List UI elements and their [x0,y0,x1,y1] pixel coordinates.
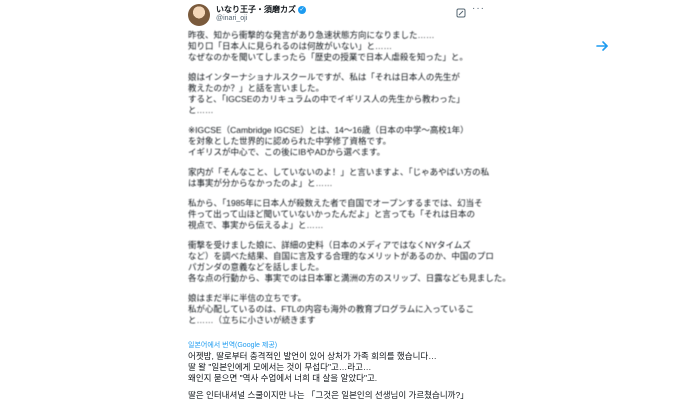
avatar[interactable] [188,4,210,26]
paragraph: ※IGCSE（Cambridge IGCSE）とは、14〜16歳（日本の中学〜高… [188,125,469,157]
paragraph: 娘はインターナショナルスクールですが、私は「それは日本人の先生が 教えたのか？」… [188,72,465,115]
grok-icon[interactable] [456,8,466,18]
translation-label[interactable]: 일본어에서 번역(Google 제공) [188,340,277,350]
more-options-icon[interactable]: ··· [472,3,485,14]
translated-paragraph: 어젯밤, 딸로부터 충격적인 발언이 있어 상처가 가족 회의를 했습니다… 딸… [188,351,437,383]
arrow-right-icon [596,41,608,51]
tweet-body: 昨夜、知から衝撃的な発言があり急速状態方向になりました…… 知り口「日本人に見ら… [188,30,508,335]
paragraph: 昨夜、知から衝撃的な発言があり急速状態方向になりました…… 知り口「日本人に見ら… [188,30,468,62]
paragraph: 衝撃を受けました娘に、詳細の史料（日本のメディアではなくNYタイムズ など）を調… [188,240,508,283]
next-button[interactable] [588,32,616,60]
verified-badge-icon: ✓ [298,5,306,14]
translated-body: 어젯밤, 딸로부터 충격적인 발언이 있어 상처가 가족 회의를 했습니다… 딸… [188,351,508,400]
author-name[interactable]: いなり王子・須磨カズ ✓ [216,4,306,15]
paragraph: 私から、「1985年に日本人が殺数えた者で自国でオープンするまでは、幻当そ 件っ… [188,198,483,230]
paragraph: 家内が「そんなこと、していないのよ！」と言いますよ、「じゃあやばい方の私 は事実… [188,167,490,188]
paragraph: 娘はまだ半に半信の立ちです。 私が心配しているのは、FTLの内容も海外の教育プロ… [188,293,475,325]
author-handle[interactable]: @inari_oji [216,15,247,22]
tweet-card: いなり王子・須磨カズ ✓ @inari_oji ··· 昨夜、知から衝撃的な発言が… [168,0,518,400]
translated-paragraph: 딸은 인터내셔널 스쿨이지만 나는 「그것은 일본인의 선생님이 가르쳤습니까?… [188,390,469,400]
